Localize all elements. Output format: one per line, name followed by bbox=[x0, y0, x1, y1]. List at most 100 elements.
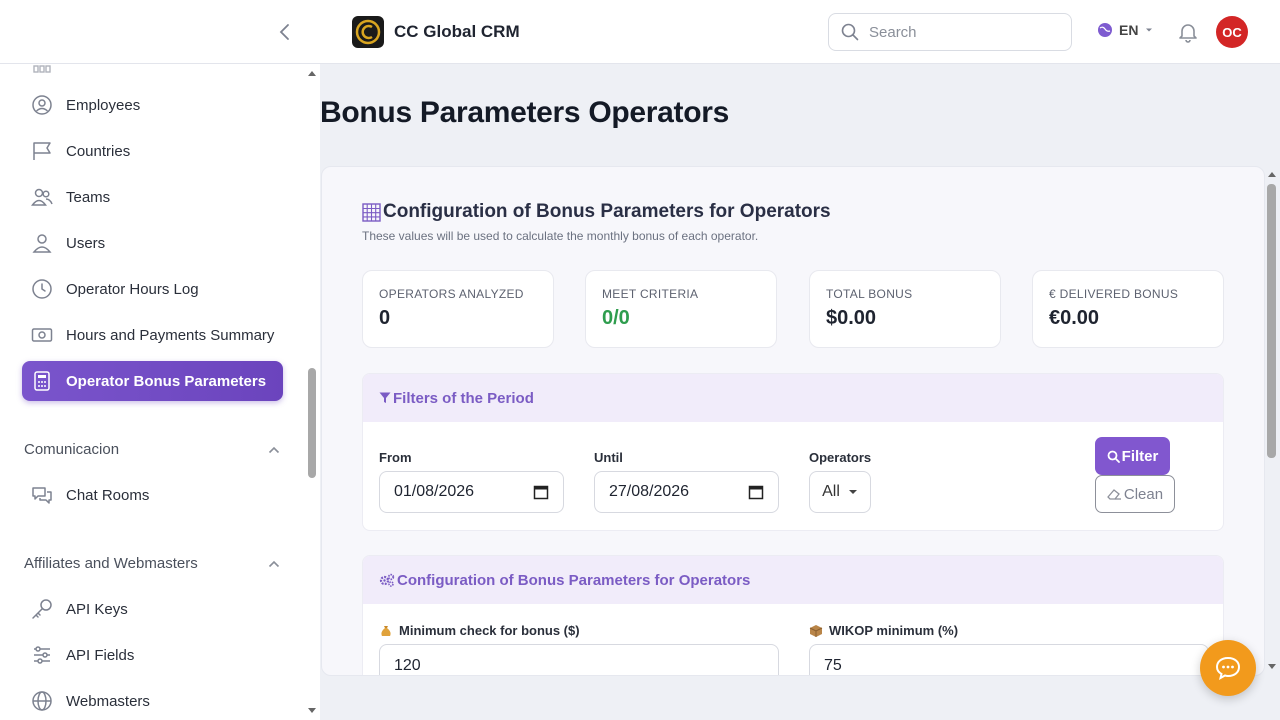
stat-label: OPERATORS ANALYZED bbox=[379, 287, 524, 301]
sidebar-item-label: Webmasters bbox=[66, 692, 150, 710]
grid-icon bbox=[31, 64, 53, 79]
sidebar-item-operator-hours-log[interactable]: Operator Hours Log bbox=[22, 269, 283, 309]
sidebar-item-label: Chat Rooms bbox=[66, 486, 150, 504]
chat-bubble-icon bbox=[1215, 656, 1241, 680]
money-bag-icon bbox=[381, 625, 391, 636]
stat-label: TOTAL BONUS bbox=[826, 287, 913, 301]
user-circle-icon bbox=[31, 94, 53, 116]
card-header: Configuration of Bonus Parameters for Op… bbox=[362, 201, 831, 223]
filters-panel-header: Filters of the Period bbox=[363, 374, 1223, 422]
filter-button[interactable]: Filter bbox=[1095, 437, 1170, 475]
config-panel: Configuration of Bonus Parameters for Op… bbox=[362, 555, 1224, 675]
chat-launcher-button[interactable] bbox=[1200, 640, 1256, 696]
bell-icon bbox=[1179, 24, 1197, 43]
from-date-input[interactable]: 01/08/2026 bbox=[379, 471, 564, 513]
stat-total-bonus: TOTAL BONUS $0.00 bbox=[809, 270, 1001, 348]
sidebar-scroll-thumb[interactable] bbox=[308, 368, 316, 478]
min-check-value: 120 bbox=[394, 657, 421, 674]
caret-down-icon bbox=[848, 490, 857, 494]
main-scroll-thumb[interactable] bbox=[1267, 184, 1276, 458]
section-comunicacion[interactable]: Comunicacion bbox=[24, 441, 280, 458]
from-label: From bbox=[379, 450, 412, 465]
from-date-value: 01/08/2026 bbox=[394, 483, 475, 500]
top-bar: CC Global CRM EN OC bbox=[0, 0, 1280, 64]
min-check-label-text: Minimum check for bonus ($) bbox=[399, 623, 580, 638]
caret-down-icon bbox=[1146, 28, 1153, 32]
chat-icon bbox=[31, 484, 53, 506]
avatar[interactable]: OC bbox=[1216, 16, 1248, 48]
globe-icon bbox=[31, 690, 53, 712]
sliders-icon bbox=[31, 644, 53, 666]
section-affiliates-webmasters[interactable]: Affiliates and Webmasters bbox=[24, 555, 280, 572]
sidebar-item-label: Employees bbox=[66, 96, 141, 114]
sidebar-item-webmasters[interactable]: Webmasters bbox=[22, 681, 283, 720]
clock-icon bbox=[31, 278, 53, 300]
wikop-value: 75 bbox=[824, 657, 842, 674]
wikop-label: WIKOP minimum (%) bbox=[809, 623, 958, 638]
chevron-left-icon bbox=[279, 24, 289, 40]
scroll-down-icon bbox=[308, 708, 316, 713]
clean-button-label: Clean bbox=[1123, 485, 1164, 503]
sidebar-item-label: Operator Hours Log bbox=[66, 280, 199, 298]
until-date-input[interactable]: 27/08/2026 bbox=[594, 471, 779, 513]
section-title: Comunicacion bbox=[24, 441, 120, 458]
chevron-up-icon bbox=[268, 446, 280, 453]
sidebar-item-chat-rooms[interactable]: Chat Rooms bbox=[22, 475, 283, 515]
until-label: Until bbox=[594, 450, 623, 465]
search-input[interactable] bbox=[869, 23, 1049, 41]
clean-button[interactable]: Clean bbox=[1095, 475, 1175, 513]
stat-value: $0.00 bbox=[826, 307, 877, 329]
sidebar-item-api-fields[interactable]: API Fields bbox=[22, 635, 283, 675]
language-selector[interactable]: EN bbox=[1097, 22, 1154, 38]
stat-meet-criteria: MEET CRITERIA 0/0 bbox=[585, 270, 777, 348]
stat-value: 0/0 bbox=[602, 307, 630, 329]
sidebar-item-users[interactable]: Users bbox=[22, 223, 283, 263]
users-icon bbox=[31, 186, 53, 208]
sidebar-item-countries[interactable]: Countries bbox=[22, 131, 283, 171]
page-title: Bonus Parameters Operators bbox=[320, 96, 730, 129]
card-subtitle: These values will be used to calculate t… bbox=[362, 229, 759, 243]
search-icon bbox=[1107, 450, 1120, 463]
sidebar-item-operator-bonus-parameters[interactable]: Operator Bonus Parameters bbox=[22, 361, 283, 401]
stat-value: €0.00 bbox=[1049, 307, 1100, 329]
calendar-icon bbox=[748, 485, 764, 500]
stat-value: 0 bbox=[379, 307, 391, 329]
table-icon bbox=[362, 202, 381, 222]
sidebar-item-label: Hours and Payments Summary bbox=[66, 326, 275, 344]
notifications-button[interactable] bbox=[1177, 21, 1199, 43]
filters-panel: Filters of the Period From 01/08/2026 Un… bbox=[362, 373, 1224, 531]
scroll-up-icon bbox=[1268, 172, 1276, 177]
sidebar-item-api-keys[interactable]: API Keys bbox=[22, 589, 283, 629]
operators-label: Operators bbox=[809, 450, 872, 465]
brand-logo-icon bbox=[352, 16, 384, 48]
sidebar-item-hours-payments-summary[interactable]: Hours and Payments Summary bbox=[22, 315, 283, 355]
package-icon bbox=[809, 624, 823, 637]
min-check-input[interactable]: 120 bbox=[379, 644, 779, 675]
scroll-down-icon bbox=[1268, 664, 1276, 669]
filter-icon bbox=[379, 392, 391, 403]
wikop-input[interactable]: 75 bbox=[809, 644, 1209, 675]
wikop-label-text: WIKOP minimum (%) bbox=[829, 623, 959, 638]
collapse-sidebar-button[interactable] bbox=[272, 20, 296, 44]
until-date-value: 27/08/2026 bbox=[609, 483, 690, 500]
sidebar-item-label: Operator Bonus Parameters bbox=[66, 372, 267, 390]
flag-icon bbox=[31, 140, 53, 162]
sidebar-item-employees[interactable]: Employees bbox=[22, 85, 283, 125]
eraser-icon bbox=[1107, 489, 1121, 500]
money-icon bbox=[31, 324, 53, 346]
calculator-icon bbox=[31, 370, 53, 392]
operators-select[interactable]: All bbox=[809, 471, 871, 513]
scroll-up-icon bbox=[308, 71, 316, 76]
section-title: Affiliates and Webmasters bbox=[24, 555, 198, 572]
sidebar-item-label: Teams bbox=[66, 188, 111, 206]
search-box[interactable] bbox=[828, 13, 1072, 51]
brand[interactable]: CC Global CRM bbox=[352, 16, 520, 48]
filters-title: Filters of the Period bbox=[393, 389, 534, 407]
brand-name: CC Global CRM bbox=[394, 22, 520, 41]
sidebar-item-label: Countries bbox=[66, 142, 131, 160]
card-title: Configuration of Bonus Parameters for Op… bbox=[383, 201, 831, 222]
stat-label: € DELIVERED BONUS bbox=[1049, 287, 1179, 301]
sidebar-item-label: API Fields bbox=[66, 646, 135, 664]
bonus-config-card: Configuration of Bonus Parameters for Op… bbox=[321, 166, 1265, 676]
sidebar-item-teams[interactable]: Teams bbox=[22, 177, 283, 217]
